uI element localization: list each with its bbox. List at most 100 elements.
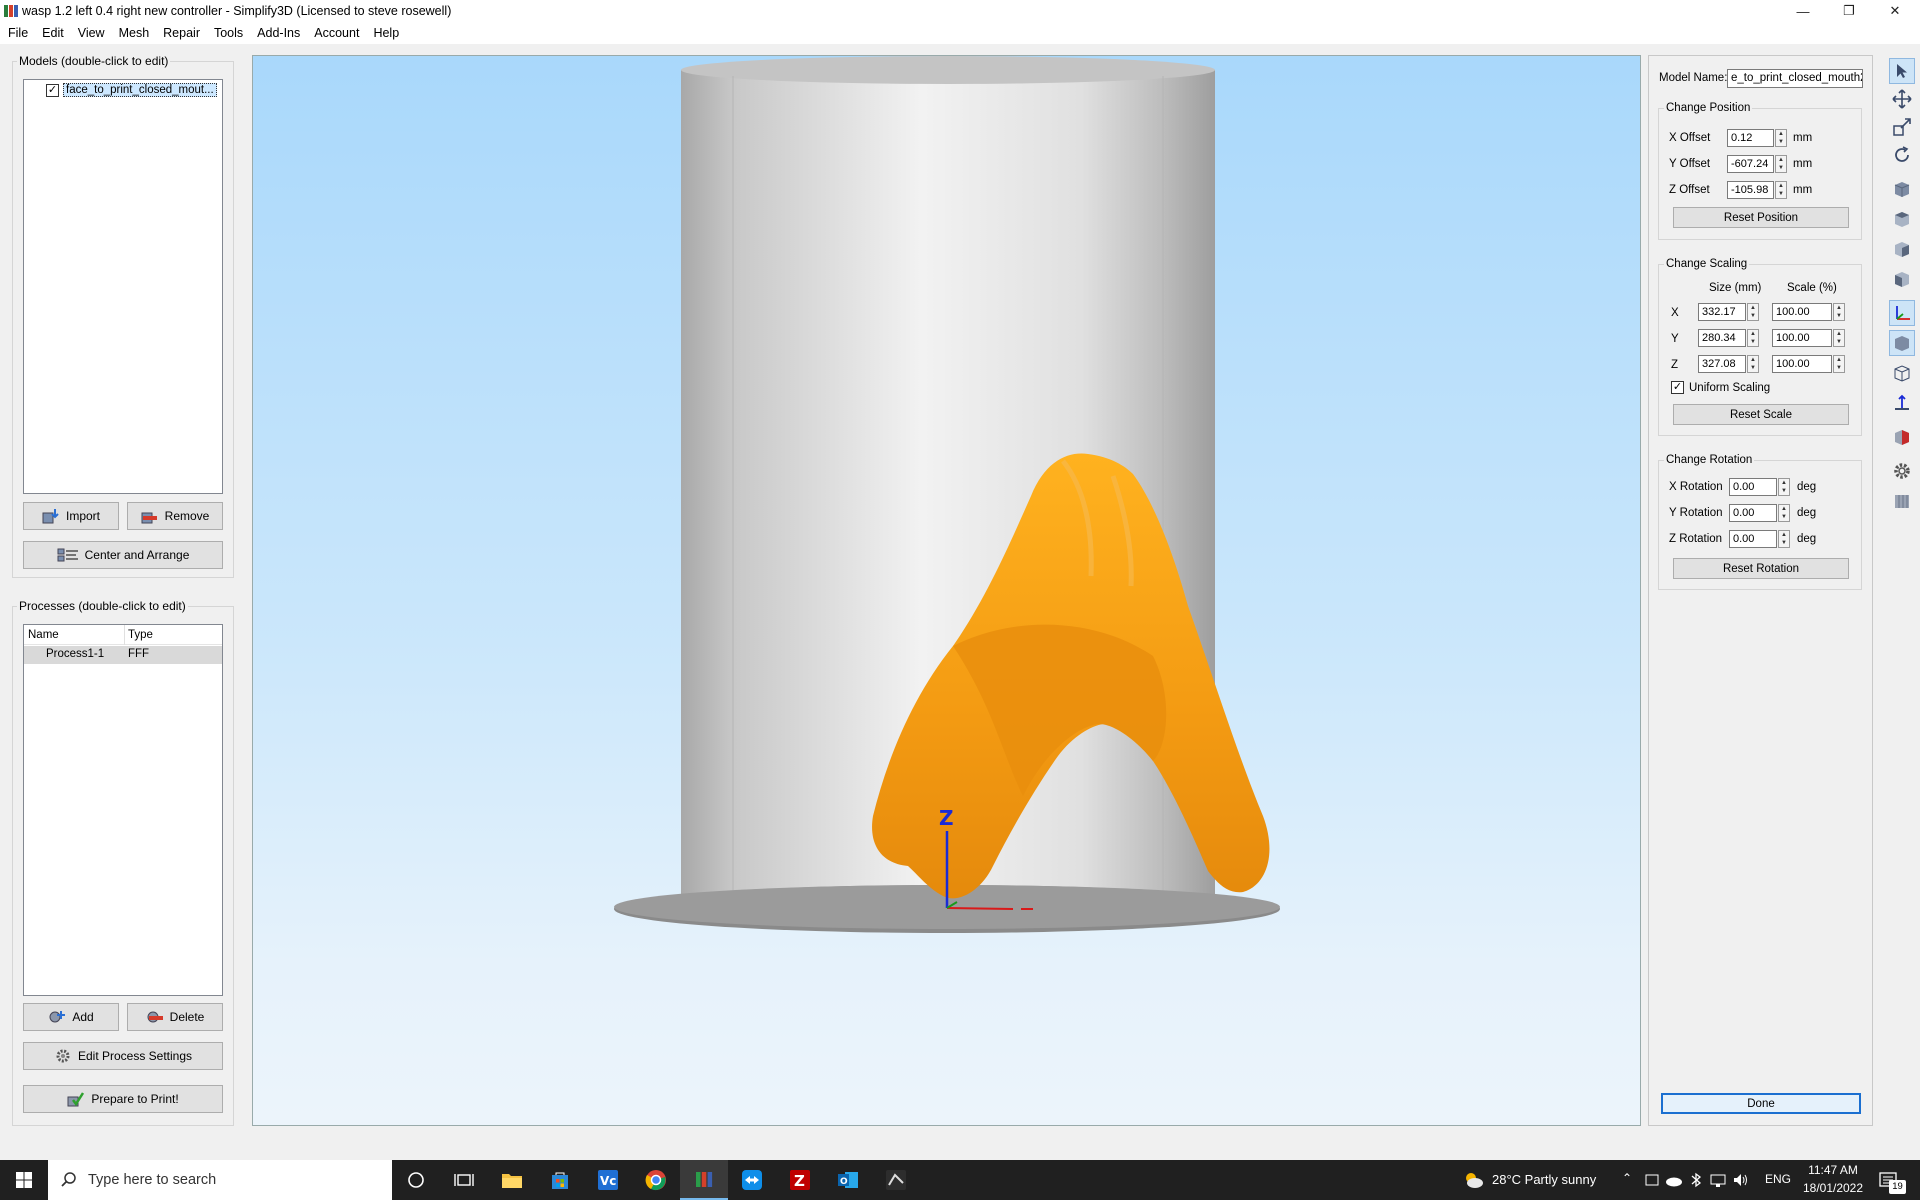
done-button[interactable]: Done [1661,1093,1861,1114]
scale-z-spinner[interactable]: ▲ ▼ [1833,355,1845,373]
scale-x-input[interactable]: 100.00 [1772,303,1832,321]
wireframe-view-icon[interactable] [1889,360,1915,386]
models-list[interactable]: ✓ face_to_print_closed_mout... [23,79,223,494]
x-offset-input[interactable]: 0.12 [1727,129,1774,147]
menu-file[interactable]: File [0,22,35,44]
vsconnect-app-icon[interactable]: Vc [584,1160,632,1200]
language-indicator[interactable]: ENG [1765,1172,1791,1186]
menu-tools[interactable]: Tools [207,22,250,44]
scale-z-input[interactable]: 100.00 [1772,355,1832,373]
size-y-spinner[interactable]: ▲ ▼ [1747,329,1759,347]
axes-icon[interactable] [1889,300,1915,326]
z-rotation-spinner[interactable]: ▲ ▼ [1778,530,1790,548]
size-y-input[interactable]: 280.34 [1698,329,1746,347]
z-offset-input[interactable]: -105.98 [1727,181,1774,199]
meet-now-icon[interactable] [1645,1172,1659,1188]
weather-text[interactable]: 28°C Partly sunny [1492,1172,1596,1187]
y-rotation-input[interactable]: 0.00 [1729,504,1777,522]
menu-repair[interactable]: Repair [156,22,207,44]
process-row[interactable]: Process1-1 FFF [24,646,222,664]
menu-mesh[interactable]: Mesh [112,22,157,44]
solid-view-icon[interactable] [1889,330,1915,356]
chrome-icon[interactable] [632,1160,680,1200]
uniform-scaling-checkbox[interactable]: ✓ [1671,381,1684,394]
y-offset-spinner[interactable]: ▲ ▼ [1775,155,1787,173]
menu-account[interactable]: Account [307,22,366,44]
scale-y-input[interactable]: 100.00 [1772,329,1832,347]
cortana-icon[interactable] [392,1160,440,1200]
size-x-input[interactable]: 332.17 [1698,303,1746,321]
model-list-item[interactable]: ✓ face_to_print_closed_mout... [46,83,217,97]
normals-icon[interactable] [1889,390,1915,416]
store-icon[interactable] [536,1160,584,1200]
y-offset-input[interactable]: -607.24 [1727,155,1774,173]
view-front-icon[interactable] [1889,236,1915,262]
bluetooth-icon[interactable] [1688,1172,1704,1188]
add-icon [49,1011,66,1023]
import-button[interactable]: Import [23,502,119,530]
outlook-icon[interactable]: O [824,1160,872,1200]
network-icon[interactable] [1710,1172,1726,1188]
y-rotation-spinner[interactable]: ▲ ▼ [1778,504,1790,522]
filezilla-icon[interactable]: Z [776,1160,824,1200]
z-offset-spinner[interactable]: ▲ ▼ [1775,181,1787,199]
model-name-input[interactable]: e_to_print_closed_mouth2 [1727,69,1863,88]
remove-button[interactable]: Remove [127,502,223,530]
processes-list[interactable]: Name Type Process1-1 FFF [23,624,223,996]
weather-partly-sunny-icon [1466,1173,1483,1188]
task-view-icon[interactable] [440,1160,488,1200]
clock-date[interactable]: 18/01/2022 [1800,1181,1866,1195]
onedrive-cloud-icon[interactable] [1665,1172,1683,1188]
z-rotation-input[interactable]: 0.00 [1729,530,1777,548]
settings-gear-icon[interactable] [1889,458,1915,484]
x-rotation-spinner[interactable]: ▲ ▼ [1778,478,1790,496]
scale-icon[interactable] [1889,114,1915,140]
select-icon[interactable] [1889,58,1915,84]
center-arrange-button[interactable]: Center and Arrange [23,541,223,569]
prepare-to-print-button[interactable]: Prepare to Print! [23,1085,223,1113]
scale-x-spinner[interactable]: ▲ ▼ [1833,303,1845,321]
clock-time[interactable]: 11:47 AM [1803,1163,1863,1177]
volume-icon[interactable] [1732,1172,1750,1188]
scale-y-spinner[interactable]: ▲ ▼ [1833,329,1845,347]
model-visible-checkbox[interactable]: ✓ [46,83,59,97]
x-rotation-input[interactable]: 0.00 [1729,478,1777,496]
close-icon[interactable]: ✕ [1872,0,1918,22]
file-explorer-icon[interactable] [488,1160,536,1200]
edit-process-settings-button[interactable]: Edit Process Settings [23,1042,223,1070]
view-default-icon[interactable] [1889,176,1915,202]
menu-view[interactable]: View [71,22,112,44]
cross-section-icon[interactable] [1889,424,1915,450]
3d-viewport[interactable]: Z [252,55,1641,1126]
column-divider[interactable] [124,625,125,645]
delete-process-button[interactable]: Delete [127,1003,223,1031]
size-x-spinner[interactable]: ▲ ▼ [1747,303,1759,321]
column-type-header[interactable]: Type [128,629,153,641]
add-process-button[interactable]: Add [23,1003,119,1031]
simplify3d-taskbar-icon[interactable] [680,1160,728,1200]
size-z-spinner[interactable]: ▲ ▼ [1747,355,1759,373]
build-volume-icon[interactable] [1889,488,1915,514]
teamviewer-icon[interactable] [728,1160,776,1200]
3d-printer-app-icon[interactable] [872,1160,920,1200]
x-offset-spinner[interactable]: ▲ ▼ [1775,129,1787,147]
reset-rotation-button[interactable]: Reset Rotation [1673,558,1849,579]
taskbar-search-box[interactable]: Type here to search [48,1160,392,1200]
reset-position-button[interactable]: Reset Position [1673,207,1849,228]
rotate-icon[interactable] [1889,142,1915,168]
view-side-icon[interactable] [1889,266,1915,292]
scale-y-label: Y [1671,333,1679,345]
menu-add-ins[interactable]: Add-Ins [250,22,307,44]
show-hidden-icons-icon[interactable]: ⌃ [1622,1171,1632,1185]
minimize-icon[interactable]: — [1780,0,1826,22]
menu-edit[interactable]: Edit [35,22,71,44]
reset-scale-button[interactable]: Reset Scale [1673,404,1849,425]
view-top-icon[interactable] [1889,206,1915,232]
size-z-input[interactable]: 327.08 [1698,355,1746,373]
menu-help[interactable]: Help [366,22,406,44]
model-name-label: Model Name: [1659,72,1728,84]
windows-start-icon[interactable] [0,1160,48,1200]
restore-icon[interactable]: ❐ [1826,0,1872,22]
column-name-header[interactable]: Name [28,629,59,641]
move-icon[interactable] [1889,86,1915,112]
